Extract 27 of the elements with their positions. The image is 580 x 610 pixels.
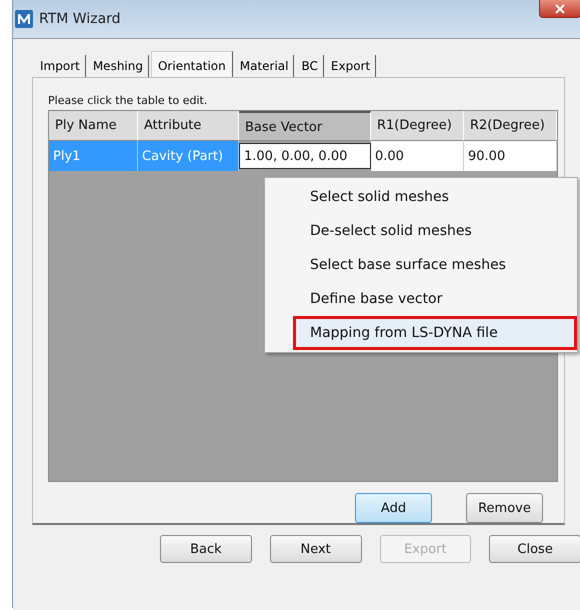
table-cell: Cavity (Part) bbox=[138, 141, 239, 171]
window-title: RTM Wizard bbox=[39, 11, 121, 27]
column-header[interactable]: Attribute bbox=[138, 111, 239, 141]
close-icon bbox=[555, 4, 565, 14]
menu-item[interactable]: Select solid meshes bbox=[293, 180, 577, 214]
column-header[interactable]: R2(Degree) bbox=[464, 111, 557, 141]
table-cell: Ply1 bbox=[49, 141, 138, 171]
column-header[interactable]: Base Vector bbox=[239, 111, 371, 141]
menu-item[interactable]: Define base vector bbox=[293, 282, 577, 316]
menu-item[interactable]: Mapping from LS-DYNA file bbox=[293, 316, 577, 350]
table-cell: 0.00 bbox=[371, 141, 464, 171]
column-header[interactable]: R1(Degree) bbox=[371, 111, 464, 141]
menu-item[interactable]: Select base surface meshes bbox=[293, 248, 577, 282]
button[interactable]: Close bbox=[489, 535, 580, 563]
app-logo-icon bbox=[15, 10, 33, 28]
close-button[interactable] bbox=[539, 0, 580, 18]
button[interactable]: Add bbox=[355, 493, 432, 523]
button[interactable]: Next bbox=[270, 535, 362, 563]
button[interactable]: Remove bbox=[466, 493, 543, 523]
button: Export bbox=[380, 535, 472, 563]
button[interactable]: Back bbox=[160, 535, 252, 563]
menu-item[interactable]: De-select solid meshes bbox=[293, 214, 577, 248]
column-header[interactable]: Ply Name bbox=[49, 111, 138, 141]
cell-editor[interactable]: 1.00, 0.00, 0.00 bbox=[239, 143, 371, 169]
table-cell: 90.00 bbox=[464, 141, 557, 171]
instruction-text: Please click the table to edit. bbox=[48, 94, 208, 107]
tab[interactable]: Orientation bbox=[150, 51, 233, 77]
